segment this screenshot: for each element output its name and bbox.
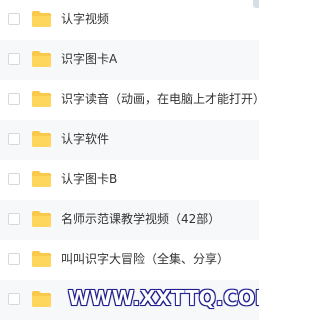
folder-name[interactable]: 叫叫识字大冒险（全集、分享） <box>61 251 229 267</box>
folder-name[interactable]: 认字视频 <box>61 11 109 27</box>
folder-icon <box>32 91 51 107</box>
file-list: 认字视频 识字图卡A 识字读音（动画，在电脑上才能打开） 认字软件 认字图卡B <box>0 0 259 323</box>
list-item[interactable]: 认字视频 <box>0 0 259 40</box>
select-checkbox[interactable] <box>8 53 20 65</box>
folder-icon <box>32 291 51 307</box>
select-checkbox[interactable] <box>8 173 20 185</box>
select-checkbox[interactable] <box>8 213 20 225</box>
folder-name[interactable]: 认字图卡B <box>61 171 117 187</box>
folder-name[interactable]: 名师示范课教学视频（42部） <box>61 211 220 227</box>
folder-icon <box>32 11 51 27</box>
list-item[interactable]: 认字软件 <box>0 120 259 160</box>
folder-icon <box>32 131 51 147</box>
folder-icon <box>32 171 51 187</box>
folder-name[interactable]: 识字图卡A <box>61 51 117 67</box>
select-checkbox[interactable] <box>8 293 20 305</box>
list-item[interactable]: 叫叫识字大冒险（全集、分享） <box>0 240 259 280</box>
folder-name[interactable]: 认字软件 <box>61 131 109 147</box>
select-checkbox[interactable] <box>8 13 20 25</box>
folder-icon <box>32 51 51 67</box>
list-item[interactable]: 识字读音（动画，在电脑上才能打开） <box>0 80 259 120</box>
watermark: WWW.XXTTQ.COM <box>68 286 259 310</box>
select-checkbox[interactable] <box>8 133 20 145</box>
select-checkbox[interactable] <box>8 93 20 105</box>
list-item[interactable]: 名师示范课教学视频（42部） <box>0 200 259 240</box>
folder-name[interactable]: 识字读音（动画，在电脑上才能打开） <box>61 91 259 107</box>
select-checkbox[interactable] <box>8 253 20 265</box>
folder-icon <box>32 251 51 267</box>
list-item[interactable]: 识字图卡A <box>0 40 259 80</box>
list-item[interactable]: 认字图卡B <box>0 160 259 200</box>
folder-icon <box>32 211 51 227</box>
